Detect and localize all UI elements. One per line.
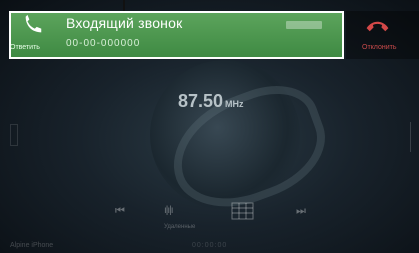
left-edge-control[interactable] <box>10 124 18 146</box>
frequency-value: 87.50 <box>178 91 224 111</box>
equalizer-icon[interactable]: ı|ı|ı <box>164 205 173 216</box>
car-audio-screen: Ответить Входящий звонок 00-00-000000 От… <box>0 0 419 253</box>
right-edge-control[interactable] <box>410 122 415 152</box>
frequency-unit: MHz <box>225 99 244 109</box>
caller-number: 00-00-000000 <box>66 38 141 49</box>
status-indicator-icon <box>286 21 322 29</box>
next-track-icon[interactable]: ⏭ <box>296 205 306 218</box>
previous-track-icon[interactable]: ⏮ <box>115 205 125 218</box>
decline-label[interactable]: Отклонить <box>362 44 396 51</box>
grid-icon[interactable] <box>231 202 254 220</box>
bluetooth-label: Удаленные <box>164 224 196 230</box>
decline-button[interactable] <box>346 11 419 59</box>
radio-frequency: 87.50 MHz <box>178 91 244 112</box>
answer-label[interactable]: Ответить <box>10 44 40 51</box>
device-name: Alpine iPhone <box>10 242 54 249</box>
incoming-call-title: Входящий звонок <box>66 15 183 31</box>
bottom-center-text: 00:00:00 <box>192 242 228 249</box>
hangup-icon <box>366 21 389 32</box>
phone-icon[interactable] <box>22 14 44 36</box>
